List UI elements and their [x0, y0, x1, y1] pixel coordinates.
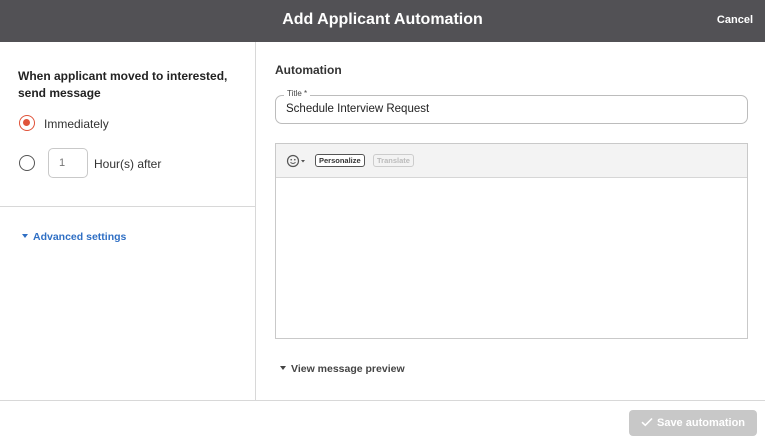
message-editor: Personalize Translate [275, 143, 748, 339]
cancel-button[interactable]: Cancel [717, 14, 753, 26]
hours-after-radio[interactable] [19, 155, 35, 171]
modal-header: Add Applicant Automation Cancel [0, 0, 765, 42]
title-field-label: Title * [284, 89, 311, 98]
translate-button[interactable]: Translate [373, 154, 414, 167]
personalize-button[interactable]: Personalize [315, 154, 365, 167]
emoji-button[interactable] [286, 153, 308, 169]
trigger-panel: When applicant moved to interested, send… [0, 42, 256, 400]
save-automation-button[interactable]: Save automation [629, 410, 757, 436]
caret-down-icon [22, 234, 28, 239]
message-textarea[interactable] [276, 178, 747, 338]
emoji-smile-icon [286, 154, 305, 168]
hours-after-label: Hour(s) after [94, 157, 162, 171]
immediately-radio[interactable] [19, 115, 35, 131]
editor-toolbar: Personalize Translate [276, 144, 747, 178]
modal-title: Add Applicant Automation [282, 11, 483, 28]
title-field[interactable]: Title * Schedule Interview Request [275, 89, 748, 124]
trigger-description: When applicant moved to interested, send… [18, 69, 228, 100]
automation-section-title: Automation [275, 63, 342, 77]
left-divider [0, 206, 255, 207]
check-icon [641, 418, 653, 427]
advanced-settings-label: Advanced settings [33, 231, 127, 243]
title-field-value[interactable]: Schedule Interview Request [286, 103, 429, 115]
view-message-preview-link[interactable]: View message preview [280, 363, 405, 375]
save-automation-label: Save automation [656, 417, 746, 429]
caret-down-icon [280, 366, 286, 371]
advanced-settings-link[interactable]: Advanced settings [22, 231, 126, 243]
view-message-preview-label: View message preview [291, 363, 405, 375]
immediately-label: Immediately [44, 117, 109, 131]
footer-divider [0, 400, 765, 401]
hours-input[interactable] [48, 148, 88, 178]
